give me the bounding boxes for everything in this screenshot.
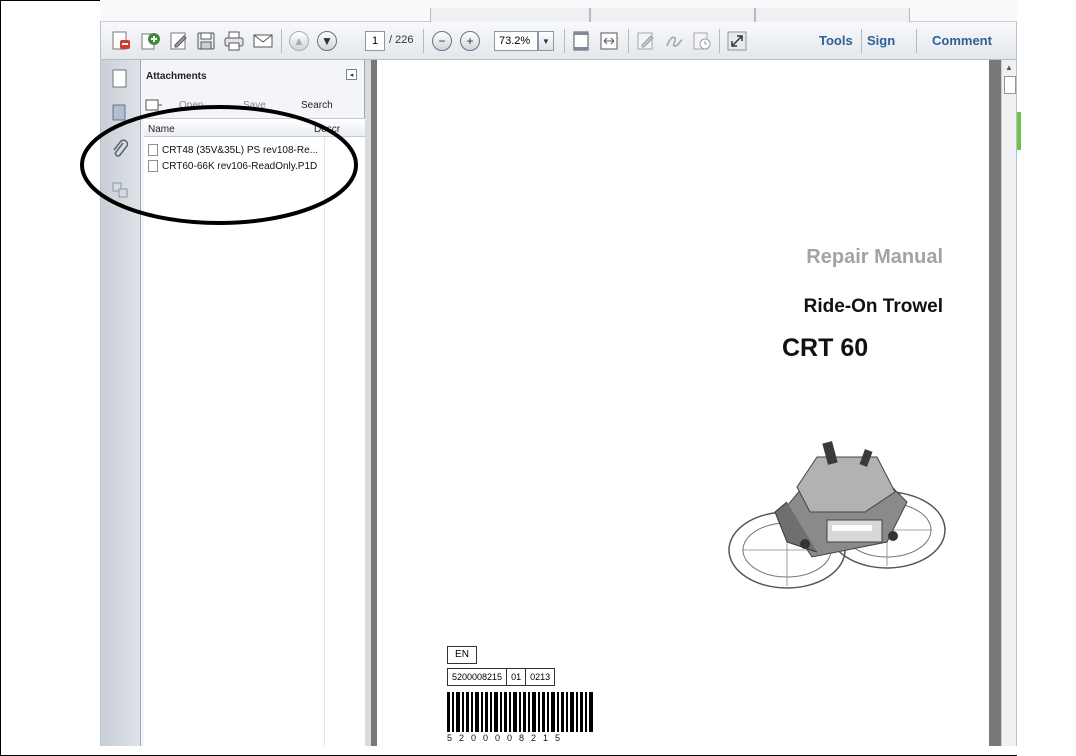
language-badge: EN — [447, 646, 477, 664]
edit-document-icon[interactable] — [167, 29, 191, 53]
zoom-out-button[interactable]: − — [430, 29, 454, 53]
document-title: Repair Manual — [806, 246, 943, 268]
pdf-page: Repair Manual Ride-On Trowel CRT 60 EN 5… — [377, 60, 989, 746]
document-code-row: 5200008215 01 0213 — [447, 668, 556, 686]
vertical-scrollbar[interactable]: ▲ — [1001, 60, 1016, 746]
attachments-panel-title: Attachments — [146, 71, 207, 82]
tools-button[interactable]: Tools — [819, 33, 853, 48]
page-number-input[interactable]: 1 — [365, 31, 385, 51]
combine-files-icon[interactable] — [139, 29, 163, 53]
collapse-panel-button[interactable]: ◂ — [346, 69, 357, 80]
search-attachments-button[interactable]: Search — [301, 100, 333, 111]
background-green-element — [1017, 112, 1021, 150]
list-item[interactable]: CRT60-66K rev106-ReadOnly.P1D — [148, 159, 317, 173]
bookmarks-icon[interactable] — [107, 100, 133, 126]
minus-icon: − — [432, 31, 452, 51]
background-window-fragment — [1017, 0, 1076, 756]
document-code: 0213 — [525, 668, 556, 686]
zoom-level-input[interactable]: 73.2% — [494, 31, 538, 51]
email-icon[interactable] — [251, 29, 275, 53]
print-icon[interactable] — [222, 29, 246, 53]
comment-button[interactable]: Comment — [932, 33, 992, 48]
arrow-down-icon: ▼ — [317, 31, 337, 51]
document-history-icon[interactable] — [690, 29, 714, 53]
options-menu-icon[interactable] — [145, 98, 163, 115]
attachments-toolbar: Open Save Search — [141, 96, 365, 118]
save-icon[interactable] — [194, 29, 218, 53]
fit-page-icon[interactable] — [569, 29, 593, 53]
barcode-image — [447, 692, 593, 732]
fit-width-icon[interactable] — [597, 29, 621, 53]
attachments-paperclip-icon[interactable] — [107, 136, 133, 162]
scrollbar-thumb[interactable] — [1004, 76, 1016, 94]
arrow-up-icon: ▲ — [289, 31, 309, 51]
column-description[interactable]: Descr — [314, 124, 340, 135]
open-label: Open — [179, 100, 204, 111]
attachments-panel-header: Attachments ◂ — [141, 60, 365, 90]
zoom-dropdown-button[interactable]: ▼ — [538, 31, 554, 51]
column-name[interactable]: Name — [148, 124, 175, 135]
signature-icon[interactable] — [662, 29, 686, 53]
pdf-viewer-window: ▲ ▼ 1 / 226 − + 73.2% ▼ Tools Sign Comme… — [100, 22, 1017, 746]
main-toolbar: ▲ ▼ 1 / 226 − + 73.2% ▼ Tools Sign Comme… — [101, 22, 1016, 60]
fill-sign-icon[interactable] — [634, 29, 658, 53]
attachment-file-name: CRT60-66K rev106-ReadOnly.P1D — [162, 160, 318, 172]
document-model: CRT 60 — [782, 334, 869, 362]
background-window-strip — [100, 0, 1017, 22]
document-view: Repair Manual Ride-On Trowel CRT 60 EN 5… — [371, 60, 1001, 746]
scroll-up-icon[interactable]: ▲ — [1005, 63, 1013, 72]
plus-icon: + — [460, 31, 480, 51]
save-attachment-button[interactable]: Save — [243, 100, 266, 111]
page-thumbnails-icon[interactable] — [107, 66, 133, 92]
attachment-file-name: CRT48 (35V&35L) PS rev108-Re... — [162, 144, 319, 156]
previous-page-button[interactable]: ▲ — [287, 29, 311, 53]
attachments-column-header: Name Descr — [144, 121, 365, 137]
layers-icon[interactable] — [107, 178, 133, 204]
attachments-panel: Attachments ◂ Open Save Search Name Desc… — [141, 60, 365, 746]
document-code: 5200008215 — [447, 668, 508, 686]
barcode-number: 5200008215 — [447, 733, 568, 743]
document-code: 01 — [506, 668, 527, 686]
create-pdf-icon[interactable] — [109, 29, 133, 53]
navigation-pane-rail — [101, 60, 141, 746]
save-label: Save — [243, 100, 266, 111]
next-page-button[interactable]: ▼ — [315, 29, 339, 53]
ride-on-trowel-image — [728, 441, 946, 589]
document-subtitle: Ride-On Trowel — [803, 296, 943, 317]
file-icon — [148, 160, 158, 172]
fullscreen-icon[interactable] — [725, 29, 749, 53]
file-icon — [148, 144, 158, 156]
sign-button[interactable]: Sign — [867, 33, 895, 48]
open-attachment-button[interactable]: Open — [179, 100, 203, 111]
zoom-in-button[interactable]: + — [458, 29, 482, 53]
page-total-label: / 226 — [389, 34, 414, 46]
list-item[interactable]: CRT48 (35V&35L) PS rev108-Re... — [148, 143, 318, 157]
attachments-list: Name Descr CRT48 (35V&35L) PS rev108-Re.… — [144, 118, 365, 746]
column-divider — [324, 137, 325, 746]
search-label: Search — [301, 100, 333, 111]
